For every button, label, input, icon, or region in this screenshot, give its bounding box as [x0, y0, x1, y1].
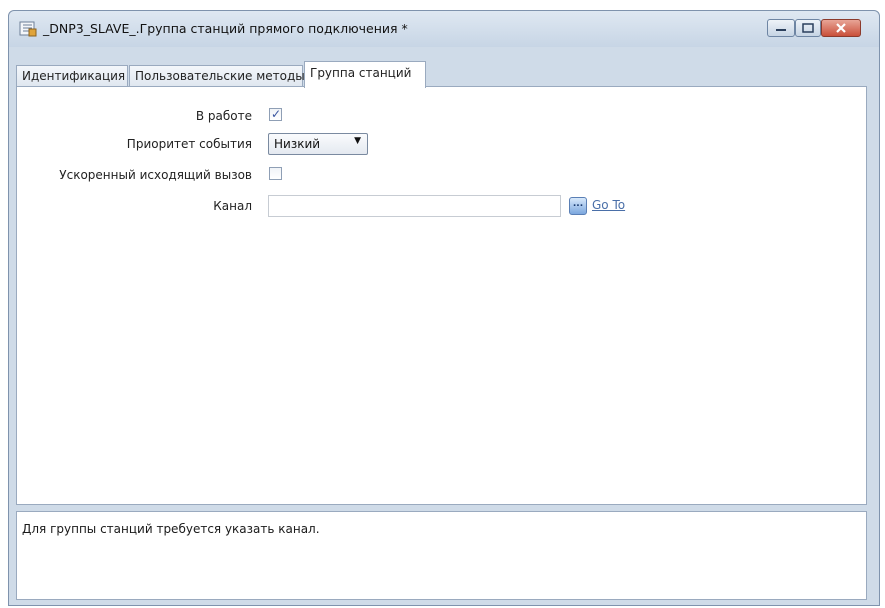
editor-window: _DNP3_SLAVE_.Группа станций прямого подк… — [8, 10, 880, 606]
channel-label: Канал — [213, 199, 252, 213]
title-bar[interactable]: _DNP3_SLAVE_.Группа станций прямого подк… — [9, 11, 879, 47]
in-work-label: В работе — [195, 109, 252, 123]
status-message: Для группы станций требуется указать кан… — [22, 522, 320, 536]
close-button[interactable] — [821, 19, 861, 37]
tab-station-group[interactable]: Группа станций — [304, 61, 426, 88]
fast-outgoing-call-checkbox[interactable] — [269, 167, 282, 180]
in-work-checkbox[interactable]: ✓ — [269, 107, 282, 121]
channel-goto-link[interactable]: Go To — [592, 198, 625, 212]
tab-content-panel: В работе ✓ Приоритет события Низкий ▼ Ус… — [16, 86, 867, 505]
window-title: _DNP3_SLAVE_.Группа станций прямого подк… — [43, 21, 408, 36]
tab-user-methods[interactable]: Пользовательские методы — [129, 65, 305, 87]
event-priority-value: Низкий — [274, 137, 321, 151]
channel-browse-button[interactable]: ... — [569, 197, 587, 215]
desktop-edge — [0, 0, 8, 608]
close-icon — [836, 23, 846, 33]
channel-input[interactable] — [268, 195, 561, 217]
status-message-panel: Для группы станций требуется указать кан… — [16, 511, 867, 600]
checkmark-icon: ✓ — [271, 107, 282, 121]
maximize-button[interactable] — [795, 19, 821, 37]
event-priority-label: Приоритет события — [126, 137, 252, 151]
maximize-icon — [802, 23, 814, 33]
fast-outgoing-call-label: Ускоренный исходящий вызов — [59, 168, 252, 182]
minimize-icon — [776, 29, 786, 31]
minimize-button[interactable] — [767, 19, 795, 37]
document-list-icon — [19, 21, 37, 37]
tab-identification[interactable]: Идентификация — [16, 65, 128, 87]
chevron-down-icon: ▼ — [354, 136, 361, 146]
event-priority-select[interactable]: Низкий ▼ — [268, 133, 368, 155]
